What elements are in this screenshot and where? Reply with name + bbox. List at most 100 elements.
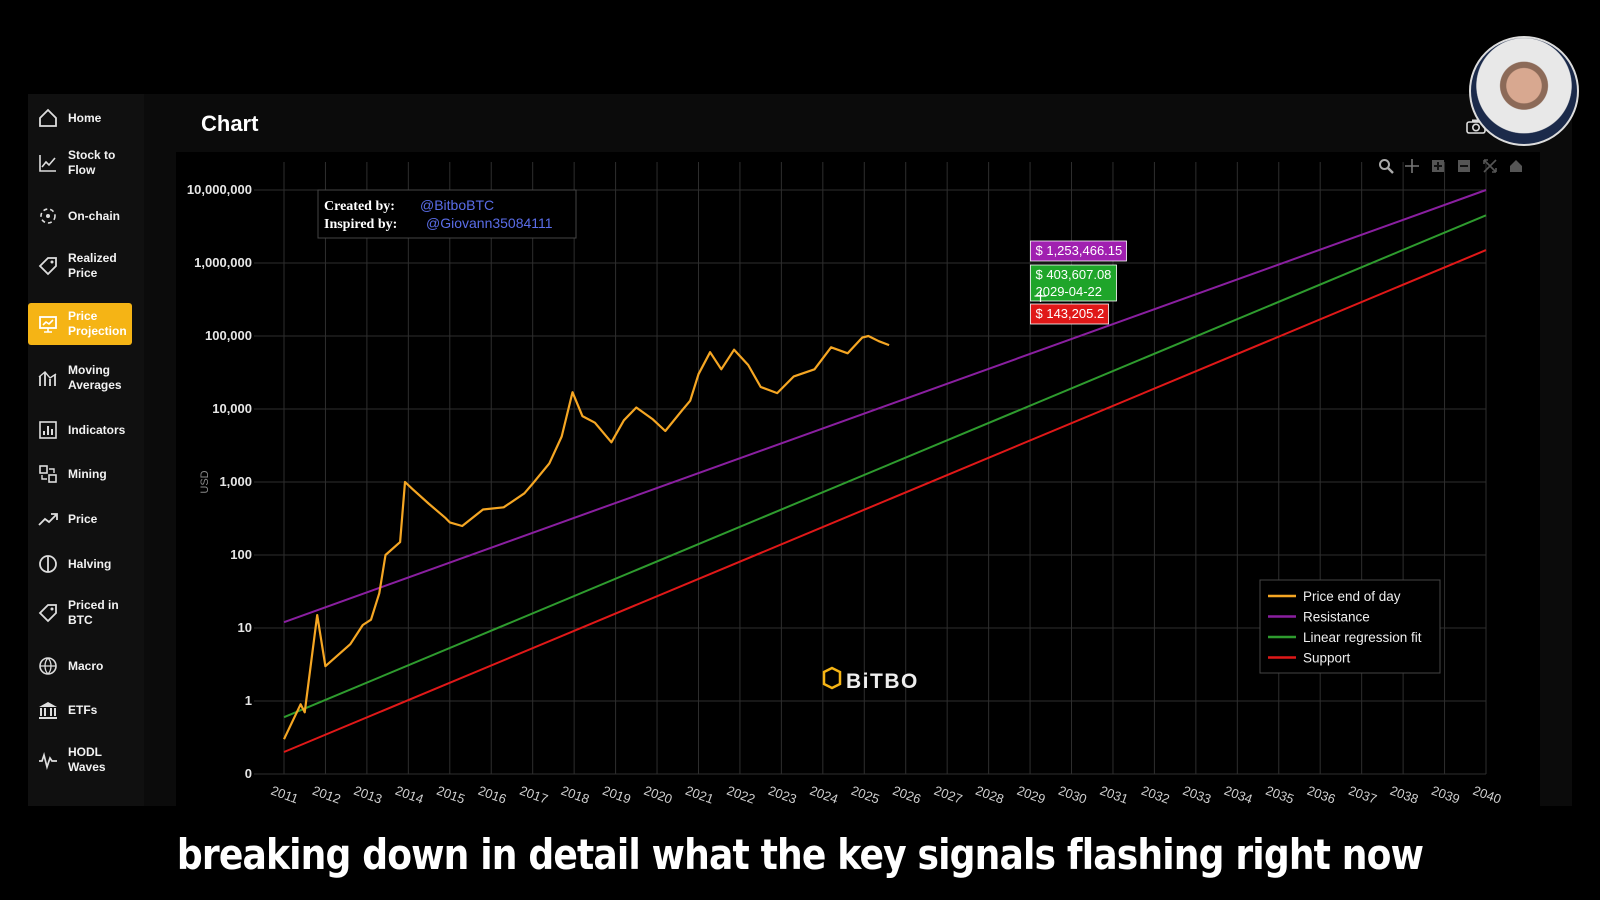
x-tick-label: 2028 (974, 783, 1006, 806)
sidebar-item-label: Price (68, 511, 98, 526)
x-tick-label: 2036 (1305, 783, 1337, 806)
x-tick-label: 2020 (642, 783, 674, 806)
y-tick-label: 10,000,000 (187, 182, 252, 197)
app-window: Home Stock to Flow On-chain Realized Price P… (28, 94, 1572, 806)
zoom-icon[interactable] (1376, 156, 1396, 176)
x-tick-label: 2017 (518, 783, 550, 806)
x-tick-label: 2027 (932, 783, 964, 806)
sidebar-item-label: Home (68, 110, 102, 125)
sidebar: Home Stock to Flow On-chain Realized Price P… (28, 94, 144, 806)
legend-entry: Resistance (1303, 610, 1370, 625)
projection-icon (37, 313, 59, 335)
waves-icon (37, 749, 59, 771)
x-tick-label: 2024 (808, 783, 840, 806)
sidebar-item-moving-averages[interactable]: Moving Averages (28, 357, 132, 399)
y-tick-label: 0 (245, 766, 252, 781)
sidebar-item-label: Realized Price (68, 251, 117, 280)
x-tick-label: 2033 (1181, 783, 1213, 806)
sidebar-item-hodl-waves[interactable]: HODL Waves (28, 739, 132, 781)
sidebar-item-label: Price Projection (68, 309, 127, 338)
sidebar-item-on-chain[interactable]: On-chain (28, 195, 132, 237)
x-tick-label: 2014 (393, 783, 425, 806)
y-tick-label: 10 (238, 620, 252, 635)
credits-inspired-label: Inspired by: (324, 217, 397, 232)
sidebar-item-label: Mining (68, 466, 107, 481)
series-resistance (283, 189, 1487, 624)
sidebar-item-label: Moving Averages (68, 363, 122, 392)
bitbo-logo-icon (822, 666, 842, 690)
sidebar-item-label: Macro (68, 658, 104, 673)
sidebar-item-realized-price[interactable]: Realized Price (28, 245, 132, 287)
x-tick-label: 2038 (1388, 783, 1420, 806)
presenter-webcam (1469, 36, 1579, 146)
bank-icon (37, 699, 59, 721)
y-tick-label: 10,000 (212, 401, 252, 416)
sidebar-item-macro[interactable]: Macro (28, 645, 132, 687)
x-tick-label: 2031 (1098, 783, 1130, 806)
x-tick-label: 2040 (1471, 783, 1503, 806)
chart-toolbar (1376, 156, 1526, 176)
x-tick-label: 2012 (310, 783, 342, 806)
globe-icon (37, 655, 59, 677)
sidebar-item-label: Priced in BTC (68, 598, 119, 627)
pan-icon[interactable] (1402, 156, 1422, 176)
x-tick-label: 2019 (601, 783, 633, 806)
x-tick-label: 2035 (1264, 783, 1296, 806)
line-chart-icon (37, 152, 59, 174)
sidebar-item-price[interactable]: Price (28, 498, 132, 540)
x-tick-label: 2016 (476, 783, 508, 806)
sidebar-item-label: ETFs (68, 702, 98, 717)
hover-support-value: $ 143,205.2 (1036, 306, 1105, 321)
x-tick-label: 2026 (891, 783, 923, 806)
y-tick-label: 1,000,000 (194, 255, 252, 270)
x-tick-label: 2021 (683, 783, 715, 806)
watermark: BiTBO (846, 670, 919, 693)
x-tick-label: 2013 (352, 783, 384, 806)
hover-resistance-value: $ 1,253,466.15 (1036, 243, 1123, 258)
x-tick-label: 2015 (435, 783, 467, 806)
reset-axes-icon[interactable] (1506, 156, 1526, 176)
sidebar-item-label: Halving (68, 556, 112, 571)
sidebar-item-priced-in-btc[interactable]: Priced in BTC (28, 592, 132, 634)
x-tick-label: 2018 (559, 783, 591, 806)
sidebar-item-label: On-chain (68, 208, 121, 223)
y-tick-label: 100,000 (205, 328, 252, 343)
sidebar-item-price-projection[interactable]: Price Projection (28, 303, 132, 345)
x-tick-label: 2022 (725, 783, 757, 806)
hover-regression-value: $ 403,607.08 (1036, 267, 1112, 282)
y-tick-label: 100 (230, 547, 252, 562)
sidebar-item-halving[interactable]: Halving (28, 543, 132, 585)
onchain-icon (37, 205, 59, 227)
x-tick-label: 2037 (1347, 783, 1379, 806)
autoscale-icon[interactable] (1480, 156, 1500, 176)
price-tag-icon (37, 255, 59, 277)
x-tick-label: 2034 (1222, 783, 1254, 806)
sidebar-item-etfs[interactable]: ETFs (28, 689, 132, 731)
x-tick-label: 2023 (766, 783, 798, 806)
sidebar-item-label: HODL Waves (68, 745, 106, 774)
hover-date: 2029-04-22 (1036, 284, 1103, 299)
y-tick-label: 1,000 (219, 474, 252, 489)
x-tick-label: 2032 (1139, 783, 1171, 806)
mining-icon (37, 463, 59, 485)
zoom-out-icon[interactable] (1454, 156, 1474, 176)
sidebar-item-mining[interactable]: Mining (28, 453, 132, 495)
halving-icon (37, 553, 59, 575)
zoom-in-icon[interactable] (1428, 156, 1448, 176)
sidebar-item-home[interactable]: Home (28, 97, 132, 139)
btc-tag-icon (37, 602, 59, 624)
page-title: Chart (201, 111, 259, 136)
price-projection-chart: 2011 2012 2013 2014 2015 2016 2017 2018 2019 2020… (187, 162, 1503, 806)
chart-panel: 2011 2012 2013 2014 2015 2016 2017 2018 2019 2020… (176, 152, 1540, 806)
sidebar-item-indicators[interactable]: Indicators (28, 409, 132, 451)
y-axis-label: USD (199, 470, 211, 493)
trend-icon (37, 508, 59, 530)
credits-created-label: Created by: (324, 199, 395, 214)
credits-created-link: @BitboBTC (420, 197, 494, 213)
moving-averages-icon (37, 367, 59, 389)
x-tick-label: 2039 (1430, 783, 1462, 806)
sidebar-item-stock-to-flow[interactable]: Stock to Flow (28, 142, 132, 184)
legend-entry: Price end of day (1303, 589, 1401, 604)
sidebar-item-label: Indicators (68, 422, 126, 437)
x-tick-label: 2025 (849, 783, 881, 806)
